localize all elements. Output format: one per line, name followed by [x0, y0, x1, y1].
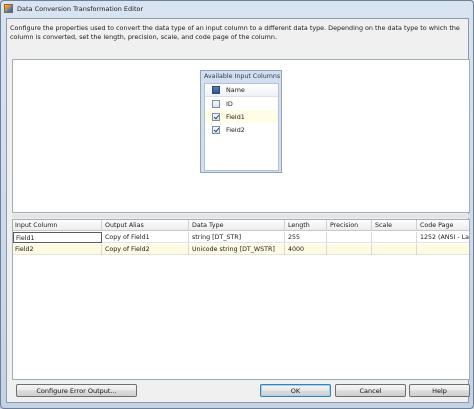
table-row[interactable]: Field2 Copy of Field2 Unicode string [DT… — [13, 244, 469, 255]
header-input-column[interactable]: Input Column — [13, 220, 102, 231]
available-columns-list: Name ID Field1 Field2 — [204, 83, 279, 171]
name-column-header: Name — [226, 86, 245, 94]
available-columns-title: Available Input Columns — [204, 73, 281, 80]
window-title: Data Conversion Transformation Editor — [17, 4, 144, 13]
help-button[interactable]: Help — [409, 384, 470, 397]
data-type-cell[interactable]: Unicode string [DT_WSTR] — [190, 244, 285, 255]
length-cell[interactable]: 255 — [286, 232, 327, 243]
list-item-label: ID — [226, 99, 233, 108]
length-cell[interactable]: 4000 — [286, 244, 327, 255]
columns-designer-pane: Available Input Columns Name ID Field1 F… — [12, 59, 470, 213]
table-row[interactable]: Field1 Copy of Field1 string [DT_STR] 25… — [13, 232, 469, 243]
select-all-checkbox[interactable] — [212, 86, 220, 94]
header-data-type[interactable]: Data Type — [190, 220, 285, 231]
precision-cell[interactable] — [328, 244, 372, 255]
scale-cell[interactable] — [373, 244, 417, 255]
available-input-columns-box[interactable]: Available Input Columns Name ID Field1 F… — [200, 70, 282, 173]
list-item-id[interactable]: ID — [205, 97, 278, 110]
header-precision[interactable]: Precision — [328, 220, 372, 231]
grid-header-row: Input Column Output Alias Data Type Leng… — [13, 220, 469, 231]
precision-cell[interactable] — [328, 232, 372, 243]
code-page-cell[interactable] — [418, 244, 469, 255]
header-length[interactable]: Length — [286, 220, 327, 231]
input-column-cell[interactable]: Field1 — [13, 232, 102, 243]
cancel-button[interactable]: Cancel — [335, 384, 406, 397]
list-item-field1[interactable]: Field1 — [205, 110, 278, 123]
scale-cell[interactable] — [373, 232, 417, 243]
pane-splitter[interactable] — [12, 214, 470, 218]
configure-error-output-button[interactable]: Configure Error Output... — [16, 384, 137, 397]
header-code-page[interactable]: Code Page — [418, 220, 469, 231]
output-alias-cell[interactable]: Copy of Field1 — [103, 232, 189, 243]
description-text: Configure the properties used to convert… — [10, 24, 460, 41]
code-page-cell[interactable]: 1252 (ANSI - La — [418, 232, 469, 243]
output-alias-cell[interactable]: Copy of Field2 — [103, 244, 189, 255]
input-column-cell[interactable]: Field2 — [13, 244, 102, 255]
list-item-label: Field2 — [226, 125, 245, 134]
field2-checkbox[interactable] — [212, 125, 220, 134]
title-bar[interactable]: Data Conversion Transformation Editor — [1, 1, 473, 16]
columns-list-header: Name — [205, 84, 278, 97]
data-type-cell[interactable]: string [DT_STR] — [190, 232, 285, 243]
ok-button[interactable]: OK — [260, 384, 331, 397]
list-item-field2[interactable]: Field2 — [205, 123, 278, 136]
header-scale[interactable]: Scale — [373, 220, 417, 231]
dialog-body: Configure the properties used to convert… — [6, 18, 470, 403]
id-checkbox[interactable] — [212, 99, 220, 108]
list-item-label: Field1 — [226, 112, 245, 121]
app-icon — [4, 4, 13, 13]
header-output-alias[interactable]: Output Alias — [103, 220, 189, 231]
conversion-grid: Input Column Output Alias Data Type Leng… — [12, 219, 470, 380]
editor-window: Data Conversion Transformation Editor Co… — [0, 0, 474, 409]
field1-checkbox[interactable] — [212, 112, 220, 121]
